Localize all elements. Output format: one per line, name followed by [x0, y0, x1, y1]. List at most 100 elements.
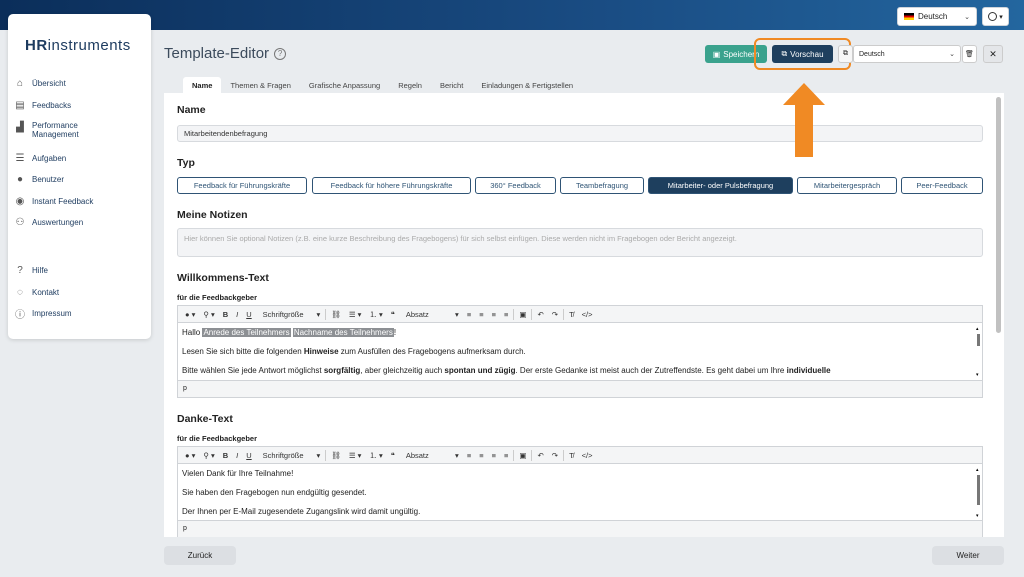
list-icon: ☰ [15, 152, 25, 164]
underline-icon[interactable]: U [243, 451, 254, 460]
link-icon[interactable]: ⛓ [328, 451, 344, 460]
speech-bubble-icon: ◌ [17, 286, 23, 298]
quote-icon[interactable]: ❝ [388, 310, 398, 319]
type-option-selected[interactable]: Mitarbeiter- oder Pulsbefragung [648, 177, 793, 194]
name-input[interactable]: Mitarbeitendenbefragung [177, 125, 983, 142]
sidebar-item-tasks[interactable]: ☰ Aufgaben [14, 152, 142, 164]
welcome-subtitle: für die Feedbackgeber [177, 293, 258, 302]
align-left-icon[interactable]: ≡ [464, 451, 474, 460]
thanks-editor[interactable]: ● ▾ ⚲ ▾ B I U Schriftgröße ▾ ⛓ ☰ ▾ ⒈ ▾ ❝ … [177, 446, 983, 537]
justify-icon[interactable]: ≡ [501, 451, 511, 460]
copy-language-button[interactable]: ⧉ [838, 45, 853, 63]
chat-icon: ◉ [15, 195, 25, 207]
people-icon: ⚇ [15, 216, 25, 228]
redo-icon[interactable]: ↷ [549, 451, 561, 460]
editor-scrollbar[interactable]: ▴▾ [976, 326, 981, 376]
thanks-subtitle: für die Feedbackgeber [177, 434, 258, 443]
thanks-section-title: Danke-Text [177, 413, 233, 425]
tab-rules[interactable]: Regeln [389, 77, 431, 93]
chevron-down-icon: ⌄ [949, 51, 955, 58]
tab-report[interactable]: Bericht [431, 77, 472, 93]
paragraph-select[interactable]: Absatz ▾ [400, 451, 462, 460]
language-label: Deutsch [918, 12, 948, 21]
sidebar-item-overview[interactable]: ⌂ Übersicht [14, 77, 142, 89]
caret-down-icon: ▾ [999, 13, 1003, 21]
page-scrollbar[interactable] [996, 97, 1001, 333]
numbered-list-icon[interactable]: ⒈ ▾ [366, 309, 385, 320]
sidebar-item-instant-feedback[interactable]: ◉ Instant Feedback [14, 195, 142, 207]
color-icon[interactable]: ⚲ ▾ [200, 451, 217, 460]
bullet-list-icon[interactable]: ☰ ▾ [346, 451, 365, 460]
sidebar-item-imprint[interactable]: ⓘ Impressum [14, 307, 142, 321]
tab-design[interactable]: Grafische Anpassung [300, 77, 389, 93]
sidebar-item-performance[interactable]: ▟ Performance Management [14, 121, 142, 139]
italic-icon[interactable]: I [233, 451, 241, 460]
link-icon[interactable]: ⛓ [328, 310, 344, 319]
editor-content[interactable]: Vielen Dank für Ihre Teilnahme! Sie habe… [178, 464, 982, 520]
delete-language-button[interactable]: 🗑 [962, 45, 977, 63]
align-center-icon[interactable]: ≡ [476, 451, 486, 460]
close-button[interactable]: ✕ [983, 45, 1003, 63]
undo-icon[interactable]: ↶ [534, 310, 546, 319]
editor-scrollbar[interactable]: ▴▾ [976, 467, 981, 517]
code-icon[interactable]: </> [579, 310, 596, 319]
type-option[interactable]: Feedback für Führungskräfte [177, 177, 307, 194]
user-icon [988, 12, 998, 21]
svg-text:▴: ▴ [976, 326, 979, 332]
align-left-icon[interactable]: ≡ [464, 310, 474, 319]
paragraph-select[interactable]: Absatz ▾ [400, 310, 462, 319]
italic-icon[interactable]: I [233, 310, 241, 319]
type-option[interactable]: 360° Feedback [475, 177, 556, 194]
type-option[interactable]: Feedback für höhere Führungskräfte [312, 177, 471, 194]
sidebar-item-help[interactable]: ? Hilfe [14, 264, 142, 276]
editor-content[interactable]: Hallo Anrede des Teilnehmers Nachname de… [178, 323, 982, 380]
undo-icon[interactable]: ↶ [534, 451, 546, 460]
color-icon[interactable]: ⚲ ▾ [200, 310, 217, 319]
clear-format-icon[interactable]: T̸ [566, 451, 577, 460]
editor-toolbar: ● ▾ ⚲ ▾ B I U Schriftgröße ▾ ⛓ ☰ ▾ ⒈ ▾ ❝ … [178, 447, 982, 464]
help-icon[interactable]: ? [274, 47, 287, 60]
numbered-list-icon[interactable]: ⒈ ▾ [366, 450, 385, 461]
align-right-icon[interactable]: ≡ [489, 451, 499, 460]
type-option[interactable]: Teambefragung [560, 177, 644, 194]
underline-icon[interactable]: U [243, 310, 254, 319]
chevron-down-icon: ⌄ [964, 13, 970, 21]
align-center-icon[interactable]: ≡ [476, 310, 486, 319]
quote-icon[interactable]: ❝ [388, 451, 398, 460]
image-icon[interactable]: ▣ [516, 310, 529, 319]
bold-icon[interactable]: B [220, 310, 231, 319]
code-icon[interactable]: </> [579, 451, 596, 460]
template-language-select[interactable]: Deutsch ⌄ [853, 45, 961, 63]
tab-topics[interactable]: Themen & Fragen [221, 77, 299, 93]
justify-icon[interactable]: ≡ [501, 310, 511, 319]
bold-icon[interactable]: B [220, 451, 231, 460]
language-select-top[interactable]: Deutsch ⌄ [897, 7, 977, 26]
back-button[interactable]: Zurück [164, 546, 236, 565]
type-option[interactable]: Peer-Feedback [901, 177, 983, 194]
image-icon[interactable]: ▣ [516, 451, 529, 460]
trash-icon: 🗑 [965, 51, 974, 58]
tabs: Name Themen & Fragen Grafische Anpassung… [183, 77, 582, 93]
chart-icon: ▟ [16, 121, 24, 133]
user-menu-button[interactable]: ▾ [982, 7, 1009, 26]
type-option[interactable]: Mitarbeitergespräch [797, 177, 897, 194]
question-icon: ? [17, 264, 23, 276]
tab-name[interactable]: Name [183, 77, 222, 93]
next-button[interactable]: Weiter [932, 546, 1004, 565]
more-icon[interactable]: ● ▾ [182, 451, 198, 460]
more-icon[interactable]: ● ▾ [182, 310, 198, 319]
logo[interactable]: HRinstruments [25, 37, 131, 54]
redo-icon[interactable]: ↷ [549, 310, 561, 319]
fontsize-select[interactable]: Schriftgröße ▾ [257, 310, 324, 319]
sidebar-item-reports[interactable]: ⚇ Auswertungen [14, 216, 142, 228]
welcome-editor[interactable]: ● ▾ ⚲ ▾ B I U Schriftgröße ▾ ⛓ ☰ ▾ ⒈ ▾ ❝ … [177, 305, 983, 398]
bullet-list-icon[interactable]: ☰ ▾ [346, 310, 365, 319]
sidebar-item-feedbacks[interactable]: ▤ Feedbacks [14, 99, 142, 111]
align-right-icon[interactable]: ≡ [489, 310, 499, 319]
notes-textarea[interactable]: Hier können Sie optional Notizen (z.B. e… [177, 228, 983, 257]
fontsize-select[interactable]: Schriftgröße ▾ [257, 451, 324, 460]
clear-format-icon[interactable]: T̸ [566, 310, 577, 319]
tab-invitations[interactable]: Einladungen & Fertigstellen [472, 77, 582, 93]
sidebar-item-users[interactable]: ● Benutzer [14, 173, 142, 185]
sidebar-item-contact[interactable]: ◌ Kontakt [14, 286, 142, 298]
